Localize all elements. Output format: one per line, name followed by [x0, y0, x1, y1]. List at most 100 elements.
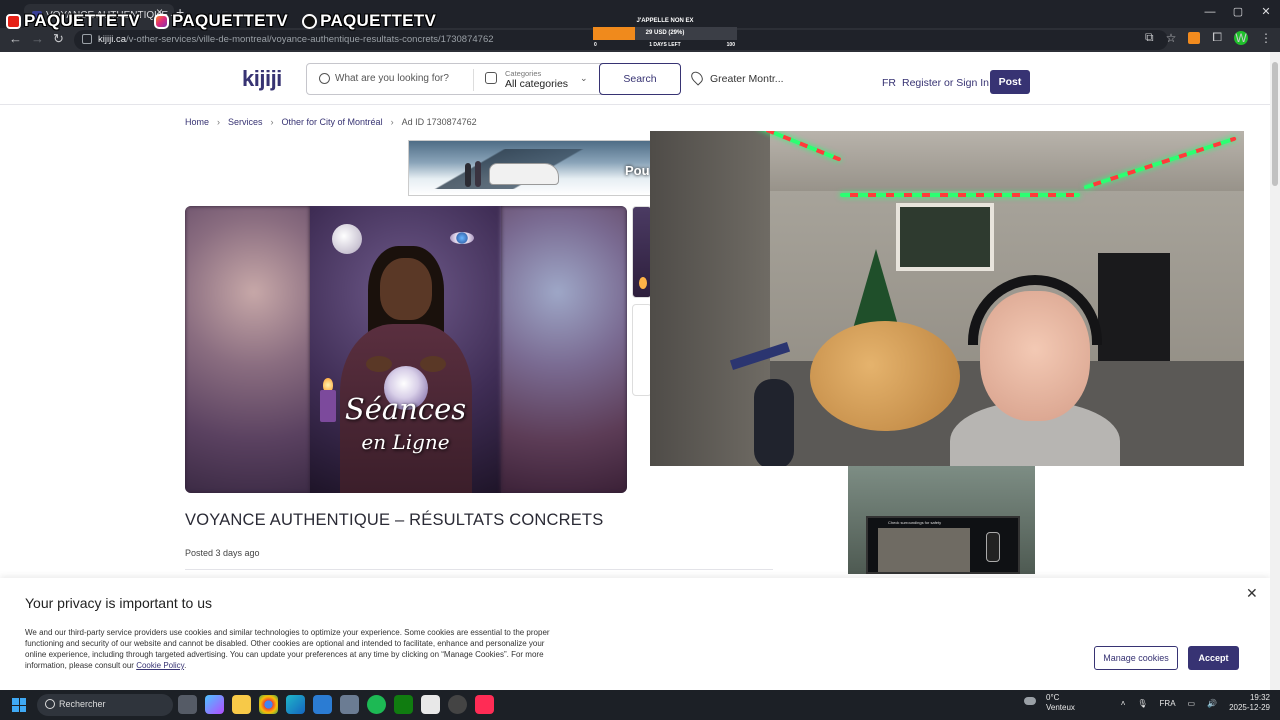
accept-cookies-button[interactable]: Accept — [1188, 646, 1239, 670]
network-icon[interactable]: ▭ — [1188, 699, 1196, 708]
categories-grid-icon — [485, 72, 497, 84]
edge-icon[interactable] — [286, 695, 305, 714]
spotify-icon[interactable] — [367, 695, 386, 714]
location-pin-icon — [688, 69, 706, 86]
maximize-button[interactable]: ▢ — [1224, 0, 1252, 26]
ad-artwork: Séances en Ligne — [310, 206, 501, 493]
weather-widget[interactable]: 0°C Venteux — [1024, 693, 1075, 713]
system-tray: ˄ 🎙 FRA ▭ 🔊 19:32 2025-12-29 — [1121, 693, 1270, 713]
browser-menu-icon[interactable]: ⋮ — [1260, 31, 1272, 45]
moon-graphic — [332, 224, 362, 254]
candle-flame-graphic — [639, 277, 647, 289]
register-sign-in-link[interactable]: Register or Sign In — [902, 77, 989, 89]
portrait-hand — [420, 356, 446, 372]
url-path: /v-other-services/ville-de-montreal/voya… — [125, 34, 494, 45]
task-view-icon[interactable] — [178, 695, 197, 714]
taskbar-search-input[interactable]: Rechercher — [59, 699, 106, 709]
post-ad-button[interactable]: Post — [990, 70, 1030, 94]
banner-text: Pou — [625, 163, 650, 178]
page-scrollbar[interactable] — [1270, 52, 1280, 690]
cookie-title: Your privacy is important to us — [25, 595, 213, 611]
close-window-button[interactable]: ✕ — [1252, 0, 1280, 26]
site-info-icon[interactable] — [82, 34, 92, 44]
taskbar-search[interactable]: Rechercher — [37, 694, 173, 716]
cookie-banner: Your privacy is important to us We and o… — [0, 578, 1270, 690]
tiktok-icon — [302, 13, 318, 29]
webcam-window — [896, 203, 994, 271]
streamer — [950, 271, 1120, 466]
gallery-thumbnail[interactable] — [632, 206, 652, 298]
microphone — [754, 379, 794, 466]
clock-date: 2025-12-29 — [1229, 703, 1270, 712]
close-icon[interactable]: ✕ — [1246, 585, 1258, 602]
url-host: kijiji.ca — [98, 34, 126, 45]
dashcam-overlay: Check surroundings for safety — [848, 466, 1035, 574]
ad-main-image[interactable]: Séances en Ligne — [185, 206, 627, 493]
settings-gear-icon[interactable] — [340, 695, 359, 714]
file-explorer-icon[interactable] — [232, 695, 251, 714]
plush-toy — [810, 321, 960, 431]
install-app-icon[interactable]: ⧉ — [1145, 30, 1154, 45]
chevron-right-icon: › — [270, 117, 274, 127]
divider — [473, 69, 474, 91]
cookie-policy-link[interactable]: Cookie Policy — [136, 661, 184, 670]
cookie-body: We and our third-party service providers… — [25, 628, 550, 670]
bookmark-star-icon[interactable]: ☆ — [1166, 31, 1177, 45]
microphone-icon[interactable]: 🎙 — [1137, 699, 1147, 708]
social-youtube: PAQUETTETV — [6, 11, 140, 31]
portrait-hand — [366, 356, 392, 372]
volume-icon[interactable]: 🔊 — [1207, 699, 1217, 708]
copilot-icon[interactable] — [205, 695, 224, 714]
minimize-button[interactable]: — — [1196, 0, 1224, 26]
banner-person — [465, 163, 471, 187]
windows-start-icon[interactable] — [12, 698, 26, 712]
portrait-head — [380, 258, 432, 320]
obs-icon[interactable] — [448, 695, 467, 714]
language-toggle[interactable]: FR — [882, 77, 896, 89]
ad-title: VOYANCE AUTHENTIQUE – RÉSULTATS CONCRETS — [185, 511, 604, 529]
extensions-puzzle-icon[interactable]: ⧠ — [1212, 30, 1222, 45]
language-indicator[interactable]: FRA — [1160, 699, 1176, 708]
divider — [185, 569, 773, 570]
weather-desc: Venteux — [1046, 703, 1075, 712]
window-controls: — ▢ ✕ — [1196, 0, 1280, 26]
url-text[interactable]: kijiji.ca/v-other-services/ville-de-mont… — [98, 34, 494, 45]
clock[interactable]: 19:32 2025-12-29 — [1229, 693, 1270, 713]
eye-graphic — [450, 232, 474, 244]
location-selector[interactable]: Greater Montr... — [710, 73, 784, 85]
webcam-overlay — [650, 131, 1244, 466]
manage-cookies-button[interactable]: Manage cookies — [1094, 646, 1178, 670]
search-button[interactable]: Search — [599, 63, 681, 95]
search-input[interactable]: What are you looking for? — [335, 73, 449, 84]
store-icon[interactable] — [421, 695, 440, 714]
breadcrumb-home[interactable]: Home — [185, 117, 209, 127]
breadcrumb-services[interactable]: Services — [228, 117, 263, 127]
categories-select[interactable]: All categories — [505, 78, 568, 90]
scrollbar-thumb[interactable] — [1272, 62, 1278, 186]
extension-rss-icon[interactable] — [1188, 31, 1201, 44]
taskbar: Rechercher 0°C Venteux ˄ 🎙 FRA ▭ 🔊 19:32… — [0, 690, 1280, 720]
chevron-up-icon[interactable]: ˄ — [1121, 699, 1126, 708]
social-tiktok: PAQUETTETV — [302, 11, 436, 31]
goal-max: 100 — [726, 42, 735, 48]
car-screen: Check surroundings for safety — [866, 516, 1020, 574]
tiktok-app-icon[interactable] — [475, 695, 494, 714]
webcam-left-wall — [650, 131, 770, 466]
artwork-subtitle: en Ligne — [361, 430, 450, 454]
kijiji-logo[interactable]: kijiji — [242, 66, 282, 92]
banner-ad[interactable]: Pou — [408, 140, 652, 196]
instagram-icon — [154, 13, 170, 29]
chevron-down-icon[interactable]: ⌄ — [580, 73, 588, 84]
car-topdown — [986, 532, 1000, 562]
mail-icon[interactable] — [313, 695, 332, 714]
chevron-right-icon: › — [390, 117, 394, 127]
breadcrumb-category[interactable]: Other for City of Montréal — [282, 117, 383, 127]
browser-actions: ⧉ ☆ ⧠ W ⋮ — [1145, 30, 1272, 45]
gallery-thumbnail[interactable] — [632, 304, 652, 396]
chevron-right-icon: › — [217, 117, 221, 127]
banner-person — [475, 161, 481, 187]
goal-days-left: 1 DAYS LEFT — [649, 42, 681, 48]
profile-avatar[interactable]: W — [1234, 30, 1248, 45]
xbox-icon[interactable] — [394, 695, 413, 714]
chrome-icon[interactable] — [259, 695, 278, 714]
